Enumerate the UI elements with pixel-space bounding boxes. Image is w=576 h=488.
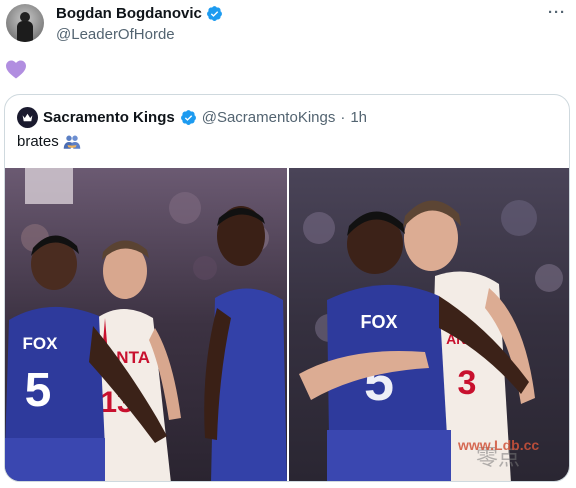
photo-left-image: ANTA 13 FOX 5: [5, 168, 287, 481]
jersey-right-fox-name: FOX: [360, 312, 397, 332]
hoop-net: [25, 168, 73, 204]
author-display-name[interactable]: Bogdan Bogdanovic: [56, 5, 202, 22]
quoted-tweet-header: Sacramento Kings @SacramentoKings · 1h: [17, 107, 367, 128]
photo-left[interactable]: ANTA 13 FOX 5: [5, 168, 287, 481]
photo-right-image: ANTA 3 FOX 5: [289, 168, 569, 481]
author-avatar[interactable]: [6, 4, 44, 42]
avatar-body: [17, 21, 33, 42]
quoted-display-name[interactable]: Sacramento Kings: [43, 109, 175, 126]
quoted-tweet-card[interactable]: Sacramento Kings @SacramentoKings · 1h b…: [4, 94, 570, 482]
jersey-right-hawks-number: 3: [458, 364, 477, 402]
verified-badge-icon: [206, 6, 222, 21]
author-name-row: Bogdan Bogdanovic: [56, 5, 223, 22]
more-options-icon[interactable]: ···: [548, 4, 566, 21]
purple-heart-icon: [6, 60, 26, 79]
quoted-tweet-text: brates: [17, 133, 59, 150]
people-hugging-icon: [63, 135, 80, 149]
quoted-handle[interactable]: @SacramentoKings: [202, 109, 336, 126]
jersey-left-fox-number: 5: [25, 364, 52, 417]
quoted-timestamp[interactable]: 1h: [350, 109, 367, 126]
quoted-tweet-text-row: brates: [17, 133, 81, 150]
photo-right[interactable]: ANTA 3 FOX 5: [289, 168, 569, 481]
kings-logo-avatar[interactable]: [17, 107, 38, 128]
crown-icon: [22, 113, 33, 122]
tweet-header: Bogdan Bogdanovic @LeaderOfHorde ···: [0, 0, 576, 56]
time-separator: ·: [340, 109, 346, 126]
author-handle[interactable]: @LeaderOfHorde: [56, 26, 175, 43]
watermark-text: www.Ldb.cc: [458, 437, 540, 453]
quoted-verified-badge-icon: [180, 110, 196, 125]
jersey-left-fox-name: FOX: [23, 334, 59, 353]
